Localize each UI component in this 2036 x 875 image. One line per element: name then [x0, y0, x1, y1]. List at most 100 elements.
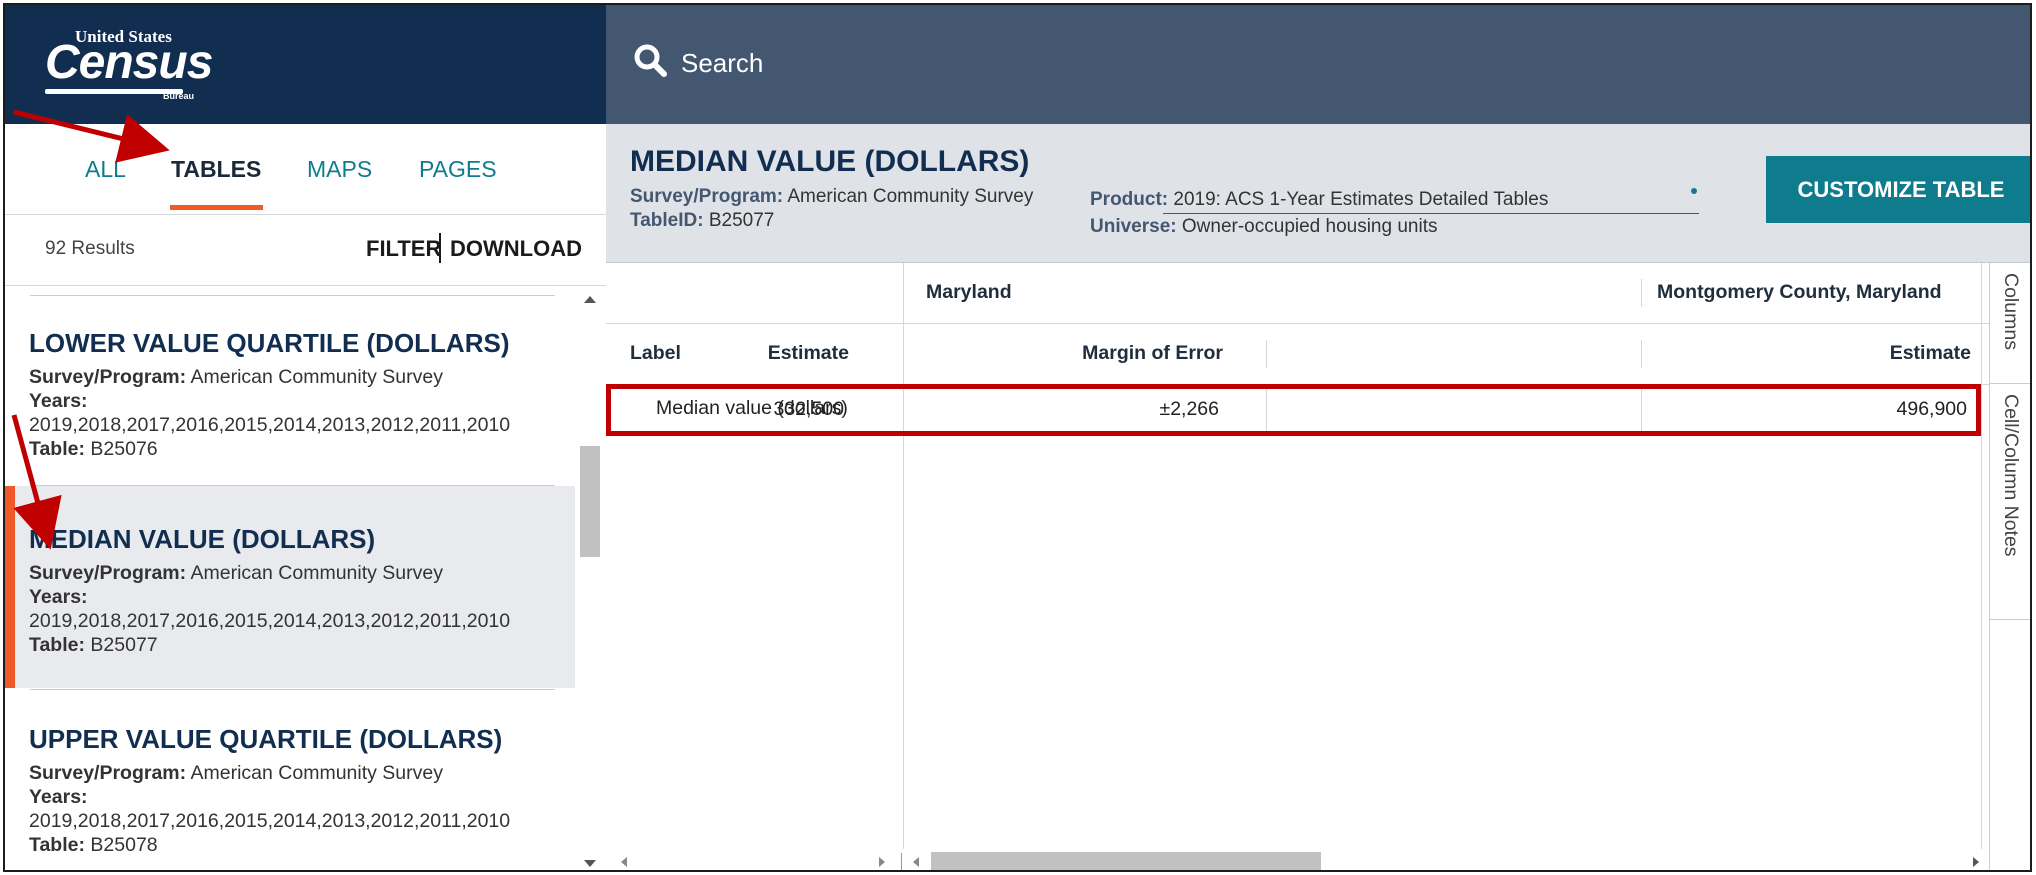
result-years-label: Years: [29, 390, 88, 413]
program-value: American Community Survey [190, 366, 444, 388]
app-window: United States Census Bureau ALL TABLES M… [3, 3, 2032, 872]
tab-all[interactable]: ALL [85, 156, 126, 183]
years-label: Years: [29, 586, 88, 608]
scroll-thumb[interactable] [931, 852, 1321, 870]
side-tabs: Columns Cell/Column Notes [1989, 263, 2030, 870]
tableid-label: TableID: [630, 210, 704, 231]
table-value: B25078 [90, 834, 158, 856]
header-bar: United States Census Bureau [5, 5, 606, 124]
geo-header-maryland[interactable]: Maryland [926, 281, 1012, 304]
table-label: Table: [29, 834, 85, 856]
col-header-moe[interactable]: Margin of Error [1082, 342, 1223, 365]
selected-indicator [5, 486, 15, 688]
scroll-left-icon[interactable] [913, 857, 919, 867]
product-underline [1163, 213, 1699, 214]
active-tab-indicator [170, 205, 263, 210]
search-bar[interactable]: Search [606, 5, 2030, 124]
results-bar: 92 Results FILTER DOWNLOAD [5, 215, 606, 286]
divider [30, 689, 555, 690]
table-label: Table: [29, 438, 85, 460]
table-id: TableID: B25077 [630, 210, 774, 232]
col-header-label[interactable]: Label [630, 342, 681, 365]
table-title: MEDIAN VALUE (DOLLARS) [630, 145, 1030, 178]
divider [901, 853, 902, 870]
tab-pages[interactable]: PAGES [419, 156, 497, 183]
divider [439, 233, 441, 263]
universe-value: Owner-occupied housing units [1181, 216, 1438, 237]
result-table: Table: B25076 [29, 438, 158, 461]
dropdown-icon[interactable] [1691, 188, 1697, 194]
search-icon[interactable] [633, 43, 669, 79]
list-item[interactable]: UPPER VALUE QUARTILE (DOLLARS) Survey/Pr… [5, 688, 575, 870]
universe-label: Universe: [1090, 216, 1177, 237]
result-years-label: Years: [29, 786, 88, 809]
table-value: B25077 [90, 634, 158, 656]
product-value[interactable]: 2019: ACS 1-Year Estimates Detailed Tabl… [1173, 189, 1548, 210]
list-item-selected[interactable]: MEDIAN VALUE (DOLLARS) Survey/Program: A… [5, 486, 575, 688]
tab-maps[interactable]: MAPS [307, 156, 372, 183]
filter-button[interactable]: FILTER [366, 236, 441, 262]
customize-table-button[interactable]: CUSTOMIZE TABLE [1766, 156, 2030, 223]
table-info-header: MEDIAN VALUE (DOLLARS) Survey/Program: A… [606, 124, 2030, 263]
table-label: Table: [29, 634, 85, 656]
results-list: LOWER VALUE QUARTILE (DOLLARS) Survey/Pr… [5, 286, 575, 870]
scroll-down-icon[interactable] [584, 860, 596, 867]
tab-columns[interactable]: Columns [1990, 263, 2030, 384]
column-divider [1641, 340, 1642, 368]
table-value: B25076 [90, 438, 158, 460]
col-header-estimate-2[interactable]: Estimate [1890, 342, 1971, 365]
divider [30, 295, 555, 296]
years-label: Years: [29, 390, 88, 412]
scroll-left-icon[interactable] [621, 857, 627, 867]
tab-cell-column-notes-label: Cell/Column Notes [2000, 394, 2022, 557]
list-item[interactable]: LOWER VALUE QUARTILE (DOLLARS) Survey/Pr… [5, 286, 575, 486]
col-header-estimate[interactable]: Estimate [768, 342, 849, 365]
results-scrollbar[interactable] [578, 286, 602, 870]
product-label: Product: [1090, 189, 1169, 210]
program-value: American Community Survey [190, 762, 444, 784]
result-program: Survey/Program: American Community Surve… [29, 562, 443, 585]
row-highlight-box [606, 384, 1981, 436]
table-universe: Universe: Owner-occupied housing units [1090, 216, 1437, 238]
scroll-right-icon[interactable] [1973, 857, 1979, 867]
download-button[interactable]: DOWNLOAD [450, 236, 582, 262]
column-divider [1641, 279, 1642, 307]
results-count: 92 Results [45, 238, 135, 259]
tab-tables[interactable]: TABLES [171, 156, 261, 183]
tab-columns-label: Columns [2000, 273, 2022, 350]
program-label: Survey/Program: [630, 186, 784, 207]
result-program: Survey/Program: American Community Surve… [29, 366, 443, 389]
search-input[interactable]: Search [681, 48, 763, 79]
result-program: Survey/Program: American Community Surve… [29, 762, 443, 785]
result-years: 2019,2018,2017,2016,2015,2014,2013,2012,… [29, 810, 511, 832]
census-logo[interactable]: United States Census Bureau [45, 25, 213, 101]
program-value: American Community Survey [190, 562, 444, 584]
geo-header-row: Maryland Montgomery County, Maryland [606, 263, 1989, 324]
product-selector[interactable]: Product: 2019: ACS 1-Year Estimates Deta… [1090, 189, 1548, 211]
result-years: 2019,2018,2017,2016,2015,2014,2013,2012,… [29, 414, 511, 436]
program-label: Survey/Program: [29, 366, 187, 388]
program-value: American Community Survey [787, 186, 1034, 207]
result-title[interactable]: LOWER VALUE QUARTILE (DOLLARS) [29, 328, 509, 359]
scroll-right-icon[interactable] [879, 857, 885, 867]
table-hscrollbar[interactable] [606, 849, 1989, 870]
data-table: Maryland Montgomery County, Maryland Lab… [606, 263, 1989, 870]
scroll-thumb[interactable] [580, 446, 600, 557]
tab-cell-column-notes[interactable]: Cell/Column Notes [1990, 384, 2030, 620]
logo-line-3: Bureau [163, 91, 195, 101]
result-type-tabs: ALL TABLES MAPS PAGES [5, 124, 606, 215]
years-label: Years: [29, 786, 88, 808]
left-panel: United States Census Bureau ALL TABLES M… [5, 5, 606, 870]
geo-header-montgomery[interactable]: Montgomery County, Maryland [1657, 281, 1942, 304]
result-table: Table: B25078 [29, 834, 158, 857]
program-label: Survey/Program: [29, 562, 187, 584]
tableid-value: B25077 [708, 210, 775, 231]
result-title[interactable]: UPPER VALUE QUARTILE (DOLLARS) [29, 724, 502, 755]
result-table: Table: B25077 [29, 634, 158, 657]
result-years-label: Years: [29, 586, 88, 609]
column-divider [1266, 340, 1267, 368]
scroll-up-icon[interactable] [584, 296, 596, 303]
column-header-row: Label Estimate Margin of Error Estimate [606, 324, 1989, 385]
result-title[interactable]: MEDIAN VALUE (DOLLARS) [29, 524, 375, 555]
program-label: Survey/Program: [29, 762, 187, 784]
